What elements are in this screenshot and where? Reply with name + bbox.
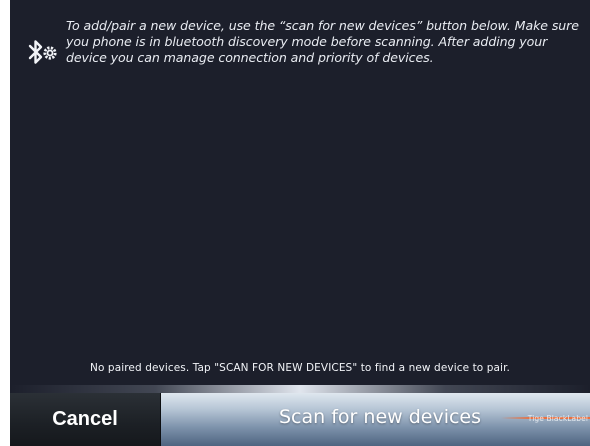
no-devices-message: No paired devices. Tap "SCAN FOR NEW DEV… [90, 362, 510, 374]
cancel-button[interactable]: Cancel [10, 393, 161, 446]
cancel-button-label: Cancel [52, 408, 118, 430]
scan-for-new-devices-button[interactable]: Scan for new devices Tige BlackLabel [161, 393, 590, 446]
scan-button-label: Scan for new devices [279, 406, 482, 428]
pairing-instructions: To add/pair a new device, use the “scan … [66, 18, 579, 65]
bluetooth-pairing-screen: To add/pair a new device, use the “scan … [10, 0, 590, 446]
bluetooth-settings-icon [24, 36, 58, 70]
divider [10, 385, 590, 393]
bottom-button-bar: Cancel Scan for new devices Tige BlackLa… [10, 393, 590, 446]
brand-logo-text: Tige BlackLabel [527, 414, 588, 423]
info-section: To add/pair a new device, use the “scan … [10, 18, 590, 98]
